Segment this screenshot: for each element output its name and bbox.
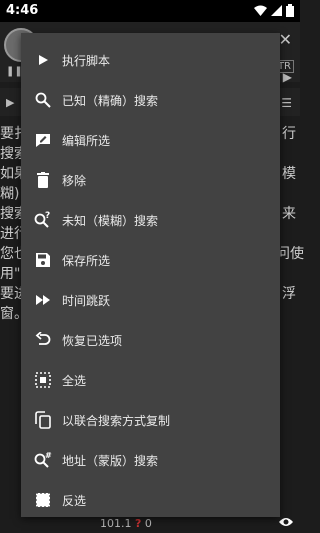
status-time: 4:46 <box>6 3 39 18</box>
menu-item-label: 地址（蒙版）搜索 <box>62 453 159 468</box>
play-icon[interactable]: ▶ <box>6 96 14 109</box>
save-icon <box>33 250 53 270</box>
menu-item-known-search[interactable]: 已知（精确）搜索 <box>21 80 280 120</box>
menu-item-restore-selected[interactable]: 恢复已选项 <box>21 320 280 360</box>
eye-icon[interactable] <box>278 516 294 528</box>
menu-item-time-jump[interactable]: 时间跳跃 <box>21 280 280 320</box>
wifi-icon <box>254 5 267 16</box>
play-icon <box>33 50 53 70</box>
search-address-icon: # <box>33 450 53 470</box>
menu-item-label: 移除 <box>62 173 87 188</box>
hamburger-icon[interactable]: ☰ <box>281 96 292 110</box>
status-bar: 4:46 <box>0 0 300 22</box>
menu-item-edit-selected[interactable]: 编辑所选 <box>21 120 280 160</box>
menu-item-label: 恢复已选项 <box>62 333 123 348</box>
close-icon[interactable]: ✕ <box>279 30 292 49</box>
menu-item-invert-selection[interactable]: 反选 <box>21 480 280 520</box>
signal-icon <box>271 5 282 16</box>
edit-icon <box>33 130 53 150</box>
trash-icon <box>33 170 53 190</box>
fast-forward-icon <box>33 290 53 310</box>
menu-item-label: 以联合搜索方式复制 <box>62 413 171 428</box>
battery-icon <box>286 4 294 17</box>
menu-item-select-all[interactable]: 全选 <box>21 360 280 400</box>
menu-item-label: 编辑所选 <box>62 133 111 148</box>
search-unknown-icon: ? <box>33 210 53 230</box>
menu-item-fuzzy-search[interactable]: ? 未知（模糊）搜索 <box>21 200 280 240</box>
copy-icon <box>33 410 53 430</box>
menu-item-address-search[interactable]: # 地址（蒙版）搜索 <box>21 440 280 480</box>
menu-item-label: 时间跳跃 <box>62 293 111 308</box>
menu-item-label: 全选 <box>62 373 87 388</box>
menu-item-copy-as-group-search[interactable]: 以联合搜索方式复制 <box>21 400 280 440</box>
menu-item-label: 已知（精确）搜索 <box>62 93 159 108</box>
menu-item-label: 执行脚本 <box>62 53 111 68</box>
search-icon <box>33 90 53 110</box>
select-all-icon <box>33 370 53 390</box>
menu-item-label: 反选 <box>62 493 87 508</box>
status-icons <box>254 4 294 17</box>
context-menu: 执行脚本 已知（精确）搜索 编辑所选 移除 ? 未知（模糊）搜索 保存所选 时间… <box>21 33 280 517</box>
menu-item-run-script[interactable]: 执行脚本 <box>21 40 280 80</box>
menu-item-remove[interactable]: 移除 <box>21 160 280 200</box>
undo-icon <box>33 330 53 350</box>
svg-text:?: ? <box>45 211 50 221</box>
menu-item-label: 未知（模糊）搜索 <box>62 213 159 228</box>
svg-text:#: # <box>45 451 52 460</box>
menu-item-save-selected[interactable]: 保存所选 <box>21 240 280 280</box>
menu-item-label: 保存所选 <box>62 253 111 268</box>
invert-selection-icon <box>33 490 53 510</box>
arrow-right-icon[interactable]: ▶ <box>283 70 292 84</box>
